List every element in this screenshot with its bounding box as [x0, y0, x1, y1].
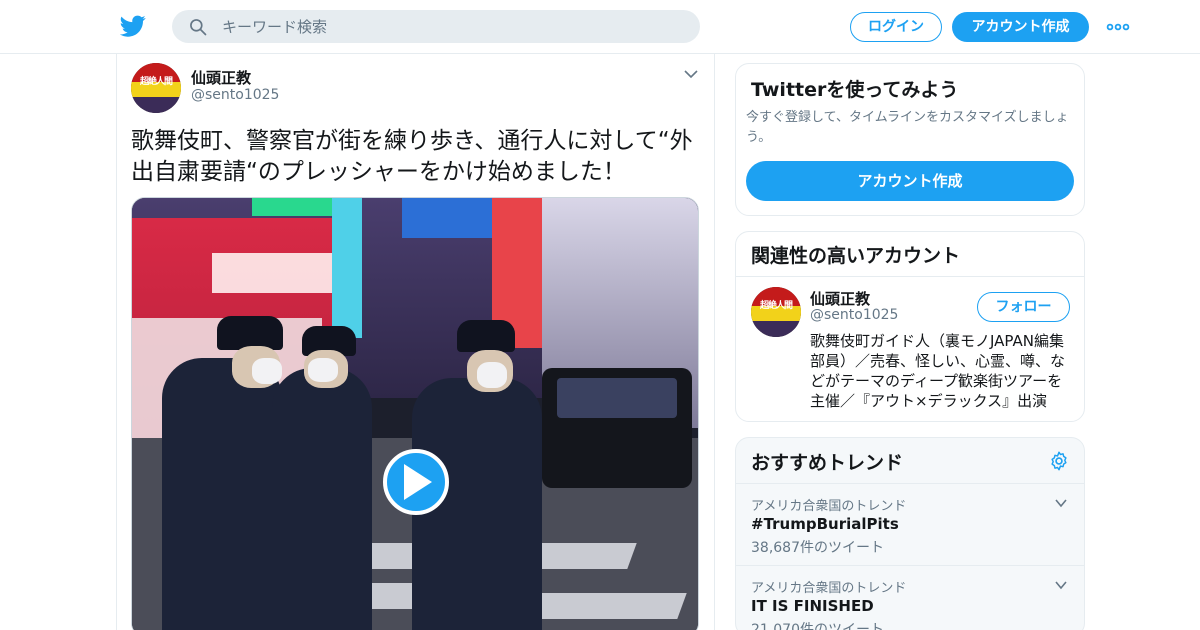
- trend-name[interactable]: #TrumpBurialPits: [751, 515, 899, 533]
- search-icon: [190, 19, 207, 36]
- more-options-icon[interactable]: [1106, 17, 1130, 37]
- video-crosswalk-stripe: [517, 593, 687, 619]
- trend-context: アメリカ合衆国のトレンド: [751, 581, 907, 596]
- chevron-down-icon[interactable]: [683, 68, 699, 80]
- chevron-down-icon[interactable]: [1054, 580, 1068, 590]
- related-account-name[interactable]: 仙頭正教: [810, 288, 870, 309]
- video-shop-sign: [212, 253, 332, 293]
- related-accounts-title: 関連性の高いアカウント: [751, 245, 961, 267]
- trend-name[interactable]: IT IS FINISHED: [751, 597, 874, 615]
- tweet-detail: 超絶人間 仙頭正教 @sento1025 歌舞伎町、警察官が街を練り歩き、通行人…: [116, 54, 715, 630]
- trends-card: おすすめトレンド アメリカ合衆国のトレンド #TrumpBurialPits 3…: [735, 437, 1085, 630]
- signup-button[interactable]: アカウント作成: [952, 12, 1089, 42]
- author-avatar[interactable]: 超絶人間: [131, 63, 181, 113]
- related-account-handle[interactable]: @sento1025: [810, 307, 898, 323]
- author-handle[interactable]: @sento1025: [191, 87, 279, 103]
- signup-card-button[interactable]: アカウント作成: [746, 161, 1074, 201]
- twitter-bird-logo-icon[interactable]: [120, 13, 146, 39]
- play-icon[interactable]: [404, 464, 432, 500]
- search-bar[interactable]: [172, 10, 700, 43]
- author-name[interactable]: 仙頭正教: [191, 67, 251, 88]
- related-accounts-card: 関連性の高いアカウント 超絶人間 仙頭正教 @sento1025 フォロー 歌舞…: [735, 231, 1085, 422]
- trend-tweet-count: 38,687件のツイート: [751, 540, 884, 556]
- follow-button[interactable]: フォロー: [977, 292, 1070, 322]
- related-account-bio: 歌舞伎町ガイド人（裏モノJAPAN編集部員）／売春、怪しい、心霊、噂、などがテー…: [810, 332, 1066, 410]
- avatar-logo-text: 超絶人間: [139, 77, 173, 87]
- avatar-logo-text: 超絶人間: [759, 301, 793, 311]
- tweet-text: 歌舞伎町、警察官が街を練り歩き、通行人に対して“外出自粛要請“のプレッシャーをか…: [131, 128, 693, 185]
- signup-card-title: Twitterを使ってみよう: [751, 79, 959, 101]
- trend-context: アメリカ合衆国のトレンド: [751, 499, 907, 514]
- video-officer: [272, 368, 372, 630]
- tweet-video[interactable]: [131, 197, 699, 630]
- video-officer-mask: [252, 358, 282, 384]
- signup-card-description: 今すぐ登録して、タイムラインをカスタマイズしましょう。: [746, 110, 1069, 145]
- video-officer-mask: [477, 362, 507, 388]
- divider: [736, 276, 1084, 277]
- top-navigation-bar: ログイン アカウント作成: [0, 0, 1200, 54]
- video-neon-sign: [252, 198, 342, 216]
- video-officer-mask: [308, 358, 338, 382]
- search-input[interactable]: [222, 10, 682, 43]
- gear-icon[interactable]: [1048, 450, 1070, 472]
- video-car-window: [557, 378, 677, 418]
- login-button[interactable]: ログイン: [850, 12, 942, 42]
- trend-item[interactable]: アメリカ合衆国のトレンド IT IS FINISHED 21,070件のツイート: [736, 565, 1084, 630]
- video-officer: [162, 358, 282, 630]
- trends-title: おすすめトレンド: [751, 452, 904, 474]
- trend-tweet-count: 21,070件のツイート: [751, 622, 884, 630]
- video-officer-cap: [457, 320, 515, 352]
- related-account-avatar[interactable]: 超絶人間: [751, 287, 801, 337]
- video-officer-cap: [217, 316, 283, 350]
- trend-item[interactable]: アメリカ合衆国のトレンド #TrumpBurialPits 38,687件のツイ…: [736, 483, 1084, 565]
- video-neon-sign: [332, 198, 362, 338]
- chevron-down-icon[interactable]: [1054, 498, 1068, 508]
- signup-card: Twitterを使ってみよう 今すぐ登録して、タイムラインをカスタマイズしましょ…: [735, 63, 1085, 216]
